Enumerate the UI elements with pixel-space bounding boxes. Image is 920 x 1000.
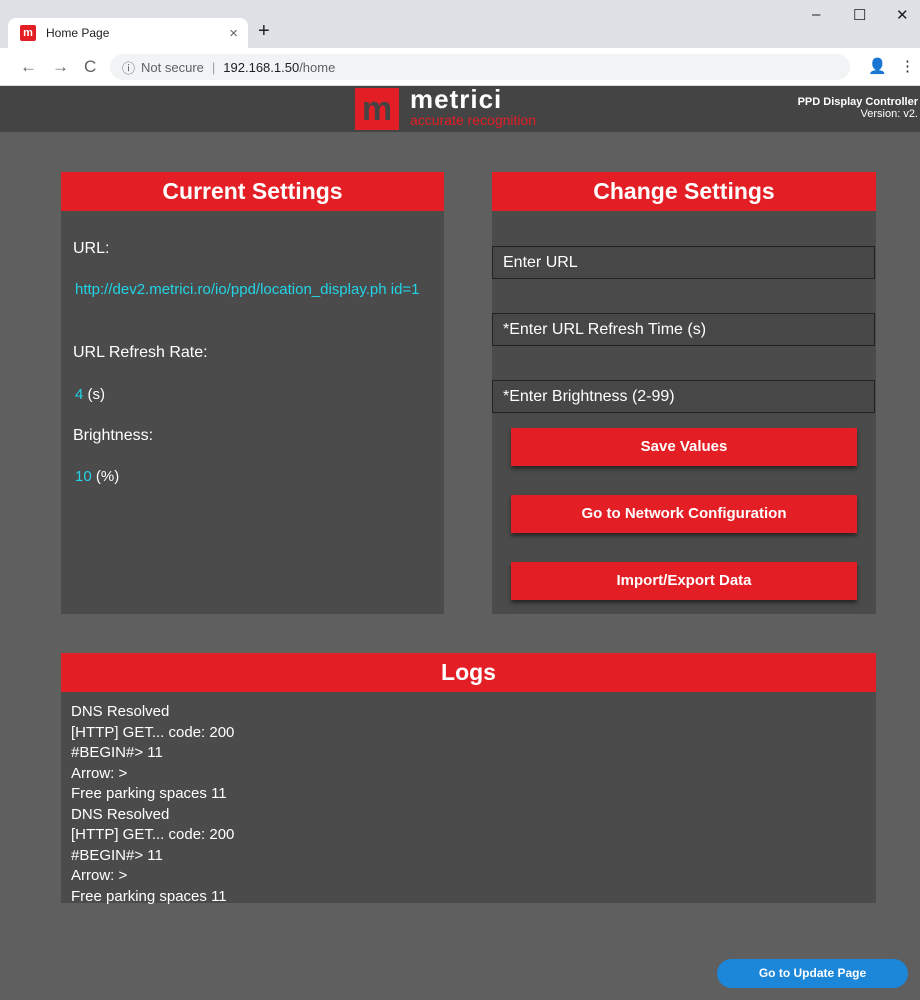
change-settings-panel: Change Settings Enter URL *Enter URL Ref…: [492, 172, 876, 614]
reload-icon[interactable]: C: [84, 57, 96, 77]
log-line: Free parking spaces 11: [71, 887, 227, 905]
update-page-button[interactable]: Go to Update Page: [717, 959, 908, 988]
logs-panel: Logs DNS Resolved [HTTP] GET... code: 20…: [61, 653, 876, 905]
url-input[interactable]: ⓘ Not secure | 192.168.1.50 /home: [110, 54, 850, 80]
log-line: [HTTP] GET... code: 200: [71, 723, 235, 741]
product-name: PPD Display Controller: [797, 96, 918, 108]
favicon-icon: m: [20, 25, 36, 41]
log-line: Arrow: >: [71, 867, 128, 884]
refresh-rate-label: URL Refresh Rate:: [73, 344, 208, 361]
brightness-unit: (%): [95, 468, 120, 485]
log-line: DNS Resolved: [71, 805, 170, 823]
refresh-rate-number: 4: [75, 386, 84, 403]
close-window-icon[interactable]: ✕: [896, 6, 909, 24]
brand-tagline: accurate recognition: [410, 112, 537, 128]
brand-name: metrici: [410, 84, 503, 114]
back-icon[interactable]: ←: [20, 57, 37, 77]
url-host: 192.168.1.50: [223, 59, 300, 75]
refresh-rate-unit: (s): [87, 386, 106, 403]
tab-close-icon[interactable]: ×: [229, 25, 238, 42]
log-line: #BEGIN#> 11: [71, 846, 163, 864]
brightness-field[interactable]: *Enter Brightness (2-99): [492, 380, 875, 413]
version-label: Version: v2.: [860, 108, 918, 120]
brightness-value: 10 (%): [75, 468, 119, 485]
current-settings-panel: Current Settings URL: http://dev2.metric…: [61, 172, 444, 614]
divider: |: [211, 59, 216, 75]
maximize-icon[interactable]: ☐: [853, 6, 866, 24]
minimize-icon[interactable]: –: [812, 6, 820, 23]
profile-icon[interactable]: 👤: [868, 57, 887, 75]
logo-mark-icon: m: [355, 88, 399, 130]
url-path: /home: [299, 59, 336, 75]
menu-icon[interactable]: ⋮: [900, 57, 915, 75]
url-label: URL:: [73, 240, 110, 257]
brightness-label: Brightness:: [73, 427, 154, 444]
log-line: Free parking spaces 11: [71, 785, 227, 802]
log-line: Arrow: >: [71, 764, 128, 782]
network-config-button[interactable]: Go to Network Configuration: [511, 495, 857, 533]
url-field[interactable]: Enter URL: [492, 246, 875, 279]
current-settings-title: Current Settings: [61, 172, 444, 211]
import-export-button[interactable]: Import/Export Data: [511, 562, 857, 600]
forward-icon[interactable]: →: [52, 57, 69, 77]
security-label: Not secure: [141, 59, 204, 75]
tab-title: Home Page: [46, 26, 110, 40]
logs-list: DNS Resolved [HTTP] GET... code: 200 #BE…: [71, 702, 234, 907]
url-value: http://dev2.metrici.ro/io/ppd/location_d…: [75, 281, 420, 298]
log-line: DNS Resolved: [71, 703, 170, 720]
brightness-number: 10: [75, 468, 92, 485]
log-line: [HTTP] GET... code: 200: [71, 826, 235, 843]
log-line: #BEGIN#> 11: [71, 744, 163, 761]
page-header: m metrici accurate recognition PPD Displ…: [0, 84, 920, 132]
refresh-time-field[interactable]: *Enter URL Refresh Time (s): [492, 313, 875, 346]
browser-tab[interactable]: m Home Page ×: [8, 18, 248, 48]
change-settings-title: Change Settings: [492, 172, 876, 211]
refresh-rate-value: 4 (s): [75, 386, 105, 403]
new-tab-icon[interactable]: +: [258, 20, 270, 43]
info-icon[interactable]: ⓘ: [122, 58, 135, 77]
save-values-button[interactable]: Save Values: [511, 428, 857, 466]
address-bar: ← → C ⓘ Not secure | 192.168.1.50 /home …: [0, 48, 920, 86]
logs-title: Logs: [61, 653, 876, 692]
browser-tab-bar: m Home Page × + – ☐ ✕: [0, 0, 920, 48]
